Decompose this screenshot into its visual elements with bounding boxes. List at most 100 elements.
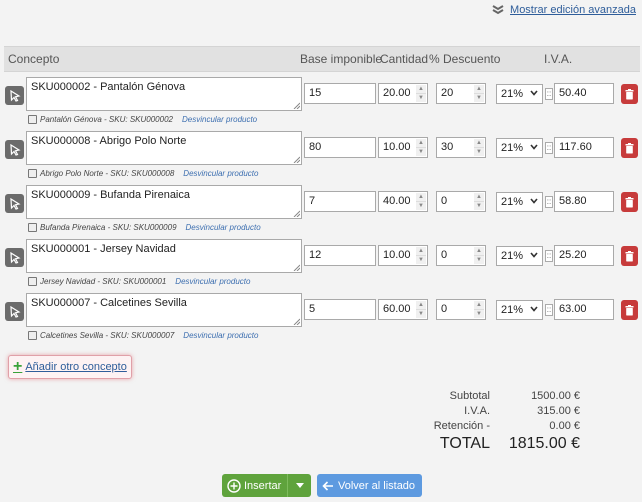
base-input[interactable]: 15 bbox=[304, 83, 376, 104]
chevron-down-icon[interactable]: ▼ bbox=[474, 309, 484, 318]
quantity-stepper[interactable]: 10.00 ▲ ▼ bbox=[378, 245, 428, 266]
chevron-up-icon[interactable]: ▲ bbox=[474, 139, 484, 147]
unlink-product-link[interactable]: Desvincular producto bbox=[183, 169, 258, 178]
quantity-stepper[interactable]: 60.00 ▲ ▼ bbox=[378, 299, 428, 320]
unlink-product-link[interactable]: Desvincular producto bbox=[183, 331, 258, 340]
line-item-row: SKU000002 - Pantalón Génova 15 20.00 ▲ ▼ … bbox=[4, 77, 640, 131]
total-value: 1815.00 € bbox=[508, 435, 580, 452]
discount-stepper[interactable]: 0 ▲ ▼ bbox=[436, 191, 486, 212]
base-input[interactable]: 12 bbox=[304, 245, 376, 266]
subtotal-label: Subtotal bbox=[449, 390, 490, 402]
chevron-up-icon[interactable]: ▲ bbox=[416, 85, 426, 93]
unlink-product-link[interactable]: Desvincular producto bbox=[175, 277, 250, 286]
chevron-up-icon[interactable]: ▲ bbox=[416, 301, 426, 309]
totals-summary: Subtotal 1500.00 € I.V.A. 315.00 € Retenci… bbox=[400, 390, 580, 457]
concept-text: SKU000002 - Pantalón Génova bbox=[31, 81, 186, 93]
chevron-up-icon[interactable]: ▲ bbox=[416, 193, 426, 201]
insert-split-button[interactable]: Insertar bbox=[222, 474, 312, 497]
discount-stepper[interactable]: 30 ▲ ▼ bbox=[436, 137, 486, 158]
concept-text: SKU000008 - Abrigo Polo Norte bbox=[31, 135, 187, 147]
vat-select[interactable]: 21% bbox=[496, 300, 543, 320]
add-concept-button[interactable]: + Añadir otro concepto bbox=[8, 355, 132, 379]
product-meta: Jersey Navidad - SKU: SKU000001 Desvincu… bbox=[28, 277, 250, 286]
line-total-input[interactable]: 63.00 bbox=[554, 299, 614, 320]
delete-line-button[interactable] bbox=[621, 300, 638, 320]
subtotal-value: 1500.00 € bbox=[531, 390, 580, 402]
plus-icon: + bbox=[13, 358, 23, 375]
chevron-down-icon[interactable]: ▼ bbox=[416, 309, 426, 318]
product-meta: Pantalón Génova - SKU: SKU000002 Desvinc… bbox=[28, 115, 257, 124]
base-input[interactable]: 5 bbox=[304, 299, 376, 320]
chevron-up-icon[interactable]: ▲ bbox=[474, 85, 484, 93]
quantity-value: 20.00 bbox=[383, 87, 411, 99]
plus-circle-icon bbox=[227, 478, 241, 493]
insert-dropdown-toggle[interactable] bbox=[287, 474, 312, 497]
chevron-down-icon[interactable]: ▼ bbox=[416, 255, 426, 264]
chevron-down-icon[interactable]: ▼ bbox=[474, 147, 484, 156]
chevron-up-icon[interactable]: ▲ bbox=[474, 193, 484, 201]
vat-select[interactable]: 21% bbox=[496, 138, 543, 158]
vat-value: 21% bbox=[501, 196, 524, 208]
chevron-down-icon[interactable]: ▼ bbox=[416, 147, 426, 156]
total-label: TOTAL bbox=[439, 435, 490, 452]
trash-icon bbox=[625, 250, 634, 261]
chevron-down-icon[interactable]: ▼ bbox=[474, 255, 484, 264]
vat-select[interactable]: 21% bbox=[496, 246, 543, 266]
concept-text: SKU000007 - Calcetines Sevilla bbox=[31, 297, 187, 309]
line-total-input[interactable]: 117.60 bbox=[554, 137, 614, 158]
base-input[interactable]: 7 bbox=[304, 191, 376, 212]
select-product-button[interactable] bbox=[5, 248, 24, 267]
insert-button[interactable]: Insertar bbox=[222, 474, 288, 497]
resize-grip-icon[interactable] bbox=[293, 264, 300, 271]
chevron-up-icon[interactable]: ▲ bbox=[474, 301, 484, 309]
chevron-up-icon[interactable]: ▲ bbox=[474, 247, 484, 255]
resize-grip-icon[interactable] bbox=[293, 210, 300, 217]
select-product-button[interactable] bbox=[5, 86, 24, 105]
line-item-row: SKU000008 - Abrigo Polo Norte 80 10.00 ▲… bbox=[4, 131, 640, 185]
resize-grip-icon[interactable] bbox=[293, 318, 300, 325]
colon-separator: :: bbox=[545, 142, 553, 154]
chevron-down-icon[interactable]: ▼ bbox=[416, 93, 426, 102]
delete-line-button[interactable] bbox=[621, 138, 638, 158]
concept-textarea[interactable]: SKU000001 - Jersey Navidad bbox=[26, 239, 302, 273]
discount-stepper[interactable]: 0 ▲ ▼ bbox=[436, 299, 486, 320]
concept-textarea[interactable]: SKU000009 - Bufanda Pirenaica bbox=[26, 185, 302, 219]
discount-stepper[interactable]: 20 ▲ ▼ bbox=[436, 83, 486, 104]
cursor-icon bbox=[9, 251, 21, 264]
delete-line-button[interactable] bbox=[621, 84, 638, 104]
vat-select[interactable]: 21% bbox=[496, 192, 543, 212]
discount-stepper[interactable]: 0 ▲ ▼ bbox=[436, 245, 486, 266]
chevron-up-icon[interactable]: ▲ bbox=[416, 247, 426, 255]
chevron-down-icon[interactable]: ▼ bbox=[474, 93, 484, 102]
unlink-product-link[interactable]: Desvincular producto bbox=[182, 115, 257, 124]
select-product-button[interactable] bbox=[5, 194, 24, 213]
back-to-list-button[interactable]: Volver al listado bbox=[317, 474, 423, 497]
discount-value: 0 bbox=[441, 195, 448, 207]
vat-select[interactable]: 21% bbox=[496, 84, 543, 104]
colon-separator: :: bbox=[545, 88, 553, 100]
concept-textarea[interactable]: SKU000007 - Calcetines Sevilla bbox=[26, 293, 302, 327]
unlink-product-link[interactable]: Desvincular producto bbox=[186, 223, 261, 232]
line-total-input[interactable]: 25.20 bbox=[554, 245, 614, 266]
resize-grip-icon[interactable] bbox=[293, 156, 300, 163]
chevron-down-icon[interactable]: ▼ bbox=[474, 201, 484, 210]
line-total-input[interactable]: 58.80 bbox=[554, 191, 614, 212]
quantity-stepper[interactable]: 40.00 ▲ ▼ bbox=[378, 191, 428, 212]
vat-value: 21% bbox=[501, 304, 524, 316]
select-product-button[interactable] bbox=[5, 302, 24, 321]
advanced-edit-toggle[interactable]: Mostrar edición avanzada bbox=[492, 4, 636, 16]
line-total-input[interactable]: 50.40 bbox=[554, 83, 614, 104]
delete-line-button[interactable] bbox=[621, 192, 638, 212]
chevron-down-icon[interactable]: ▼ bbox=[416, 201, 426, 210]
select-product-button[interactable] bbox=[5, 140, 24, 159]
concept-textarea[interactable]: SKU000002 - Pantalón Génova bbox=[26, 77, 302, 111]
advanced-edit-link[interactable]: Mostrar edición avanzada bbox=[510, 4, 636, 16]
chevron-up-icon[interactable]: ▲ bbox=[416, 139, 426, 147]
base-input[interactable]: 80 bbox=[304, 137, 376, 158]
resize-grip-icon[interactable] bbox=[293, 102, 300, 109]
iva-value: 315.00 € bbox=[537, 405, 580, 417]
delete-line-button[interactable] bbox=[621, 246, 638, 266]
quantity-stepper[interactable]: 10.00 ▲ ▼ bbox=[378, 137, 428, 158]
quantity-stepper[interactable]: 20.00 ▲ ▼ bbox=[378, 83, 428, 104]
concept-textarea[interactable]: SKU000008 - Abrigo Polo Norte bbox=[26, 131, 302, 165]
